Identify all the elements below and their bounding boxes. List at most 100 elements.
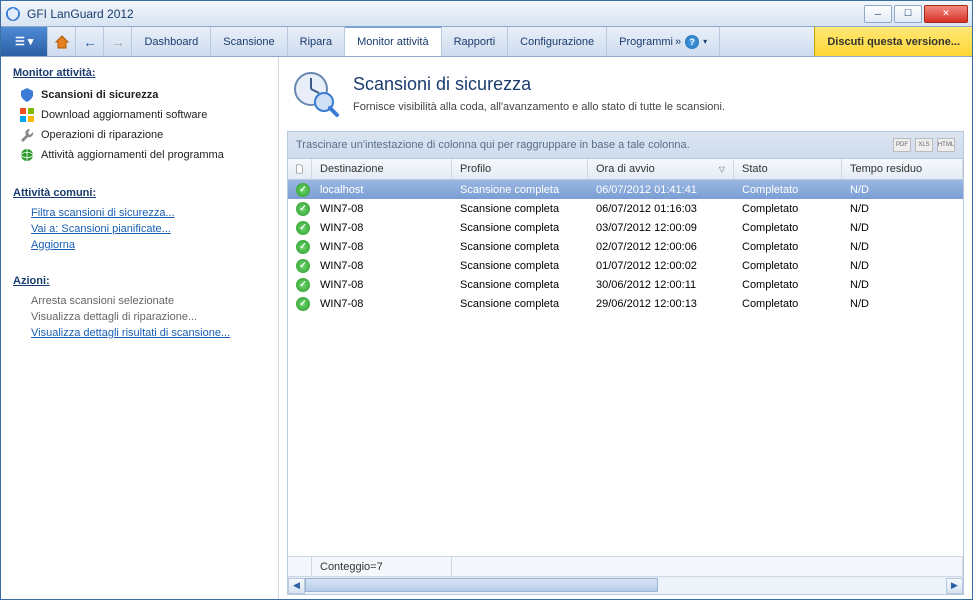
sidebar: Monitor attività: Scansioni di sicurezza… xyxy=(1,57,279,599)
export-pdf-button[interactable]: PDF xyxy=(893,138,911,152)
cell-start-time: 03/07/2012 12:00:09 xyxy=(588,220,734,236)
toolbar: ☰ ▾ ← → Dashboard Scansione Ripara Monit… xyxy=(1,27,972,57)
cell-status: Completato xyxy=(734,277,842,293)
table-row[interactable]: ✓WIN7-08Scansione completa03/07/2012 12:… xyxy=(288,218,963,237)
cell-profile: Scansione completa xyxy=(452,201,588,217)
chevrons-icon: » xyxy=(675,36,681,48)
table-row[interactable]: ✓localhostScansione completa06/07/2012 0… xyxy=(288,180,963,199)
main-header: Scansioni di sicurezza Fornisce visibili… xyxy=(287,65,964,131)
scroll-track[interactable] xyxy=(305,578,946,594)
sidebar-item-label: Attività aggiornamenti del programma xyxy=(41,149,224,161)
sidebar-actions-section: Azioni: Arresta scansioni selezionate Vi… xyxy=(13,275,266,341)
action-view-scan-results[interactable]: Visualizza dettagli risultati di scansio… xyxy=(13,325,266,341)
col-status[interactable]: Stato xyxy=(734,159,842,179)
tab-programmi[interactable]: Programmi» ? ▾ xyxy=(607,27,720,56)
titlebar[interactable]: GFI LanGuard 2012 ─ ☐ ✕ xyxy=(1,1,972,27)
cell-profile: Scansione completa xyxy=(452,182,588,198)
table-row[interactable]: ✓WIN7-08Scansione completa02/07/2012 12:… xyxy=(288,237,963,256)
action-view-repair-details[interactable]: Visualizza dettagli di riparazione... xyxy=(13,309,266,325)
home-button[interactable] xyxy=(48,27,76,56)
check-icon: ✓ xyxy=(296,259,310,273)
globe-icon xyxy=(19,147,35,163)
clock-magnifier-icon xyxy=(291,69,339,117)
scroll-right-button[interactable]: ▶ xyxy=(946,578,963,594)
col-remaining[interactable]: Tempo residuo xyxy=(842,159,963,179)
cell-status: Completato xyxy=(734,220,842,236)
cell-remaining: N/D xyxy=(842,220,963,236)
wrench-icon xyxy=(19,127,35,143)
scroll-left-button[interactable]: ◀ xyxy=(288,578,305,594)
table-row[interactable]: ✓WIN7-08Scansione completa29/06/2012 12:… xyxy=(288,294,963,313)
cell-remaining: N/D xyxy=(842,258,963,274)
forward-button[interactable]: → xyxy=(104,27,132,56)
table-row[interactable]: ✓WIN7-08Scansione completa06/07/2012 01:… xyxy=(288,199,963,218)
cell-destination: WIN7-08 xyxy=(312,277,452,293)
minimize-button[interactable]: ─ xyxy=(864,5,892,23)
check-icon: ✓ xyxy=(296,297,310,311)
header-text: Scansioni di sicurezza Fornisce visibili… xyxy=(353,74,725,113)
sidebar-item-download-updates[interactable]: Download aggiornamenti software xyxy=(13,105,266,125)
table-row[interactable]: ✓WIN7-08Scansione completa30/06/2012 12:… xyxy=(288,275,963,294)
horizontal-scrollbar[interactable]: ◀ ▶ xyxy=(288,576,963,594)
chevron-down-icon: ▾ xyxy=(703,37,707,46)
window-controls: ─ ☐ ✕ xyxy=(864,5,968,23)
col-profile[interactable]: Profilo xyxy=(452,159,588,179)
tab-programmi-label: Programmi xyxy=(619,36,673,48)
col-start-time[interactable]: Ora di avvio ▽ xyxy=(588,159,734,179)
row-status-icon-cell: ✓ xyxy=(288,276,312,294)
grid-header: Destinazione Profilo Ora di avvio ▽ Stat… xyxy=(288,159,963,180)
link-filter-scans[interactable]: Filtra scansioni di sicurezza... xyxy=(13,205,266,221)
cell-remaining: N/D xyxy=(842,239,963,255)
sidebar-item-program-updates[interactable]: Attività aggiornamenti del programma xyxy=(13,145,266,165)
shield-icon xyxy=(19,87,35,103)
link-goto-scheduled[interactable]: Vai a: Scansioni pianificate... xyxy=(13,221,266,237)
document-icon xyxy=(296,163,303,175)
app-icon xyxy=(5,6,21,22)
cell-destination: WIN7-08 xyxy=(312,296,452,312)
export-xls-button[interactable]: XLS xyxy=(915,138,933,152)
maximize-button[interactable]: ☐ xyxy=(894,5,922,23)
scroll-thumb[interactable] xyxy=(305,578,658,592)
body: Monitor attività: Scansioni di sicurezza… xyxy=(1,57,972,599)
cell-start-time: 06/07/2012 01:16:03 xyxy=(588,201,734,217)
cell-start-time: 30/06/2012 12:00:11 xyxy=(588,277,734,293)
back-button[interactable]: ← xyxy=(76,27,104,56)
col-icon[interactable] xyxy=(288,159,312,179)
export-html-button[interactable]: HTML xyxy=(937,138,955,152)
sidebar-item-repair-ops[interactable]: Operazioni di riparazione xyxy=(13,125,266,145)
window-title: GFI LanGuard 2012 xyxy=(27,7,864,21)
link-refresh[interactable]: Aggiorna xyxy=(13,237,266,253)
group-hint-bar[interactable]: Trascinare un'intestazione di colonna qu… xyxy=(288,132,963,159)
grid-footer: Conteggio=7 xyxy=(288,556,963,576)
cell-status: Completato xyxy=(734,239,842,255)
cell-start-time: 06/07/2012 01:41:41 xyxy=(588,182,734,198)
tab-dashboard[interactable]: Dashboard xyxy=(132,27,211,56)
discuss-button[interactable]: Discuti questa versione... xyxy=(814,27,972,56)
col-destination[interactable]: Destinazione xyxy=(312,159,452,179)
sidebar-item-security-scans[interactable]: Scansioni di sicurezza xyxy=(13,85,266,105)
tab-scansione[interactable]: Scansione xyxy=(211,27,287,56)
cell-remaining: N/D xyxy=(842,182,963,198)
tab-rapporti[interactable]: Rapporti xyxy=(442,27,509,56)
cell-profile: Scansione completa xyxy=(452,258,588,274)
action-stop-scans[interactable]: Arresta scansioni selezionate xyxy=(13,293,266,309)
menu-button[interactable]: ☰ ▾ xyxy=(1,27,48,56)
tab-ripara[interactable]: Ripara xyxy=(288,27,345,56)
page-title: Scansioni di sicurezza xyxy=(353,74,725,95)
group-hint-text: Trascinare un'intestazione di colonna qu… xyxy=(296,139,690,151)
cell-status: Completato xyxy=(734,201,842,217)
tab-monitor-attivita[interactable]: Monitor attività xyxy=(345,26,442,56)
table-row[interactable]: ✓WIN7-08Scansione completa01/07/2012 12:… xyxy=(288,256,963,275)
footer-icon-cell xyxy=(288,557,312,576)
row-status-icon-cell: ✓ xyxy=(288,219,312,237)
row-status-icon-cell: ✓ xyxy=(288,238,312,256)
row-status-icon-cell: ✓ xyxy=(288,295,312,313)
tab-configurazione[interactable]: Configurazione xyxy=(508,27,607,56)
help-icon[interactable]: ? xyxy=(685,35,699,49)
sidebar-item-label: Operazioni di riparazione xyxy=(41,129,163,141)
close-button[interactable]: ✕ xyxy=(924,5,968,23)
grid-body[interactable]: ✓localhostScansione completa06/07/2012 0… xyxy=(288,180,963,556)
cell-profile: Scansione completa xyxy=(452,296,588,312)
sidebar-item-label: Download aggiornamenti software xyxy=(41,109,207,121)
main-tabs: Dashboard Scansione Ripara Monitor attiv… xyxy=(132,27,814,56)
